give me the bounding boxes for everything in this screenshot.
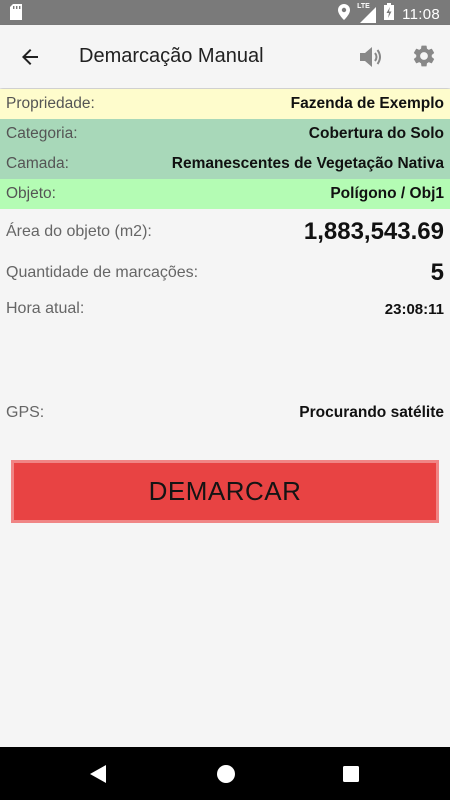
hora-row: Hora atual: 23:08:11 [0, 296, 450, 322]
propriedade-row: Propriedade: Fazenda de Exemplo [0, 89, 450, 119]
quantidade-value: 5 [430, 259, 444, 286]
signal-icon: LTE [357, 3, 377, 23]
battery-charging-icon [384, 3, 395, 25]
area-row: Área do objeto (m2): 1,883,543.69 [0, 214, 450, 250]
propriedade-value: Fazenda de Exemplo [290, 95, 444, 112]
page-title: Demarcação Manual [79, 45, 264, 67]
status-time: 11:08 [402, 5, 440, 23]
camada-value: Remanescentes de Vegetação Nativa [171, 155, 444, 172]
categoria-value: Cobertura do Solo [308, 125, 444, 142]
quantidade-label: Quantidade de marcações: [6, 264, 199, 281]
area-label: Área do objeto (m2): [6, 223, 152, 240]
camada-label: Camada: [6, 155, 69, 172]
hora-value: 23:08:11 [384, 300, 444, 318]
categoria-row: Categoria: Cobertura do Solo [0, 119, 450, 149]
camada-row: Camada: Remanescentes de Vegetação Nativ… [0, 149, 450, 179]
gear-icon[interactable] [411, 43, 437, 74]
quantidade-row: Quantidade de marcações: 5 [0, 256, 450, 290]
objeto-label: Objeto: [6, 185, 56, 202]
hora-label: Hora atual: [6, 300, 85, 317]
location-icon [338, 3, 351, 25]
navigation-bar [0, 747, 450, 800]
objeto-value: Polígono / Obj1 [330, 185, 444, 202]
propriedade-label: Propriedade: [6, 95, 95, 112]
categoria-label: Categoria: [6, 125, 78, 142]
sd-card-icon [10, 4, 22, 25]
speaker-icon[interactable] [357, 43, 385, 76]
gps-label: GPS: [6, 404, 45, 421]
demarcar-button[interactable]: DEMARCAR [11, 460, 439, 523]
status-bar: LTE 11:08 [0, 0, 450, 25]
back-arrow-icon[interactable] [18, 45, 42, 74]
nav-home-icon[interactable] [216, 764, 236, 789]
gps-status: Procurando satélite [299, 404, 444, 421]
nav-recents-icon[interactable] [343, 766, 359, 787]
nav-back-icon[interactable] [89, 764, 107, 789]
app-bar: Demarcação Manual [0, 25, 450, 88]
gps-row: GPS: Procurando satélite [0, 400, 450, 426]
area-value: 1,883,543.69 [303, 218, 444, 245]
network-label: LTE [357, 3, 370, 10]
objeto-row: Objeto: Polígono / Obj1 [0, 179, 450, 209]
